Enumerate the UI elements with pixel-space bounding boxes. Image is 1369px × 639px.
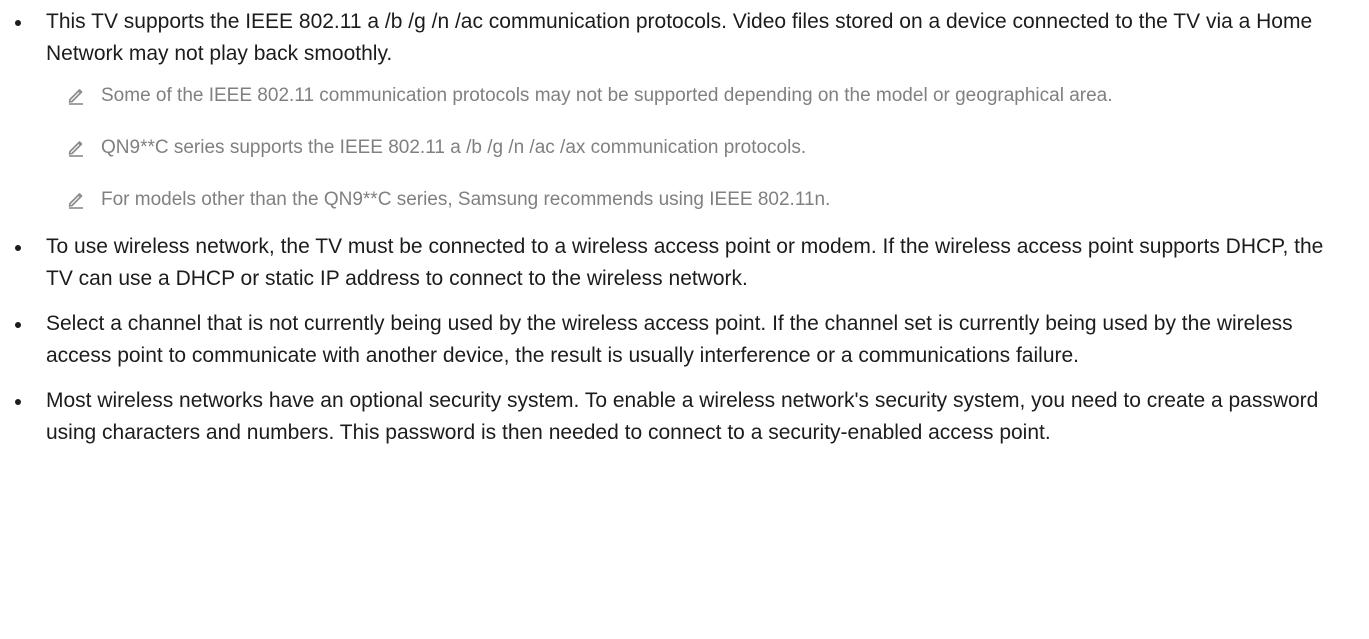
note-list: Some of the IEEE 802.11 communication pr… — [0, 83, 1369, 213]
bullet-dot-icon — [15, 322, 21, 328]
bullet-dot-icon — [15, 399, 21, 405]
bullet-text: Select a channel that is not currently b… — [46, 312, 1293, 367]
bullet-item: Select a channel that is not currently b… — [0, 308, 1369, 372]
note-text: For models other than the QN9**C series,… — [101, 189, 831, 210]
bullet-dot-icon — [15, 245, 21, 251]
bullet-item: To use wireless network, the TV must be … — [0, 231, 1369, 295]
document-page: This TV supports the IEEE 802.11 a /b /g… — [0, 0, 1369, 639]
note-item: Some of the IEEE 802.11 communication pr… — [0, 83, 1369, 109]
note-text: QN9**C series supports the IEEE 802.11 a… — [101, 137, 807, 158]
bullet-item: This TV supports the IEEE 802.11 a /b /g… — [0, 6, 1369, 70]
bullet-item: Most wireless networks have an optional … — [0, 385, 1369, 449]
pencil-note-icon — [68, 89, 83, 105]
pencil-note-icon — [68, 193, 83, 209]
bullet-dot-icon — [15, 20, 21, 26]
note-item: For models other than the QN9**C series,… — [0, 187, 1369, 213]
bullet-text: To use wireless network, the TV must be … — [46, 235, 1324, 290]
bullet-text: Most wireless networks have an optional … — [46, 389, 1319, 444]
note-text: Some of the IEEE 802.11 communication pr… — [101, 85, 1113, 106]
pencil-note-icon — [68, 141, 83, 157]
note-item: QN9**C series supports the IEEE 802.11 a… — [0, 135, 1369, 161]
bullet-text: This TV supports the IEEE 802.11 a /b /g… — [46, 10, 1313, 65]
